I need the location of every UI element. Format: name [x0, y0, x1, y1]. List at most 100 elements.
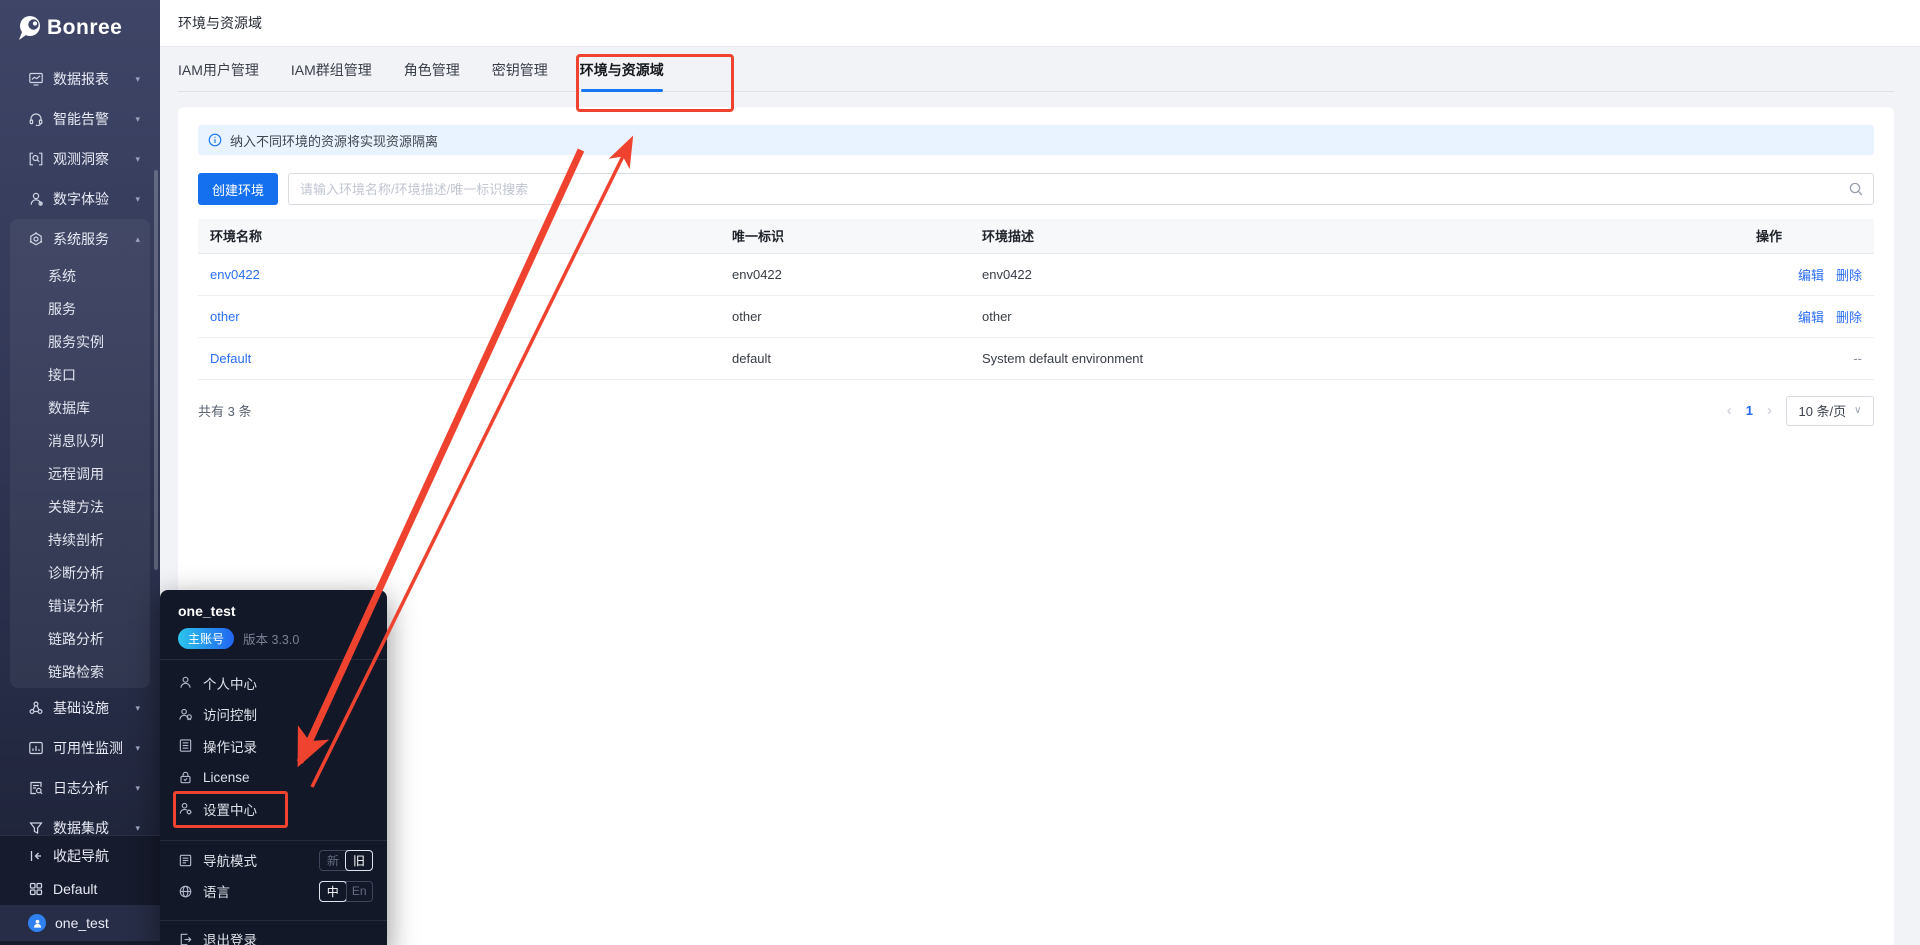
sidebar-bottom: 收起导航 Default one_test [0, 835, 160, 945]
sidebar-item-label: 基础设施 [53, 700, 109, 716]
sidebar-item-log-analysis[interactable]: 日志分析 ▾ [0, 768, 160, 808]
popup-menu-list: 个人中心 访问控制 操作记录 License 设置中心 [160, 660, 387, 830]
menu-item-personal-center[interactable]: 个人中心 [160, 667, 387, 699]
tab-environment-resources[interactable]: 环境与资源域 [580, 48, 664, 92]
sidebar-subitem-message-queue[interactable]: 消息队列 [10, 424, 150, 457]
subitem-label: 诊断分析 [48, 564, 104, 581]
nav-mode-row: 导航模式 新 旧 [160, 845, 387, 876]
version-text: 版本 3.3.0 [243, 633, 300, 647]
create-environment-button[interactable]: 创建环境 [198, 173, 279, 205]
logout-button[interactable]: 退出登录 [160, 921, 387, 945]
delete-link[interactable]: 删除 [1836, 310, 1862, 325]
user-menu-popup: one_test 主账号 版本 3.3.0 个人中心 访问控制 操作记录 Lic… [160, 590, 387, 945]
menu-item-operation-records[interactable]: 操作记录 [160, 730, 387, 762]
language-row: 语言 中 En [160, 876, 387, 907]
user-icon [178, 675, 193, 690]
subitem-label: 远程调用 [48, 465, 104, 482]
sidebar-subitem-trace-search[interactable]: 链路检索 [10, 655, 150, 688]
chevron-down-icon: ∨ [1854, 405, 1862, 416]
sidebar-item-label: 观测洞察 [53, 151, 109, 167]
env-name-link[interactable]: Default [210, 351, 251, 366]
next-page-button[interactable]: › [1767, 402, 1772, 419]
sidebar-subitem-interface[interactable]: 接口 [10, 358, 150, 391]
workspace-label: Default [53, 880, 98, 897]
logout-label: 退出登录 [203, 933, 257, 945]
tab-roles[interactable]: 角色管理 [404, 48, 460, 92]
sidebar-item-system-services[interactable]: 系统服务 ▴ [10, 219, 150, 259]
sidebar-subitem-key-method[interactable]: 关键方法 [10, 490, 150, 523]
toolbar: 创建环境 [198, 173, 1874, 205]
col-unique-id: 唯一标识 [720, 219, 970, 254]
language-en[interactable]: En [345, 881, 373, 901]
search-input[interactable] [288, 173, 1874, 205]
total-count: 共有 3 条 [198, 404, 252, 419]
globe-icon [178, 884, 193, 899]
sidebar-subitem-service-instance[interactable]: 服务实例 [10, 325, 150, 358]
current-page[interactable]: 1 [1746, 403, 1753, 418]
sidebar-item-digital-experience[interactable]: 数字体验 ▾ [0, 179, 160, 219]
sidebar-item-observe-insight[interactable]: 观测洞察 ▾ [0, 139, 160, 179]
license-lock-icon [178, 770, 193, 785]
delete-link[interactable]: 删除 [1836, 268, 1862, 283]
tab-label: IAM群组管理 [290, 62, 372, 78]
sidebar-item-label: 系统服务 [53, 231, 109, 247]
tab-label: 角色管理 [403, 62, 460, 78]
nav-mode-icon [178, 853, 193, 868]
workspace-default[interactable]: Default [0, 872, 160, 905]
menu-item-access-control[interactable]: 访问控制 [160, 699, 387, 731]
edit-link[interactable]: 编辑 [1798, 268, 1824, 283]
env-name-link[interactable]: env0422 [210, 267, 260, 282]
current-user-item[interactable]: one_test [0, 905, 160, 941]
sidebar-item-label: 日志分析 [53, 780, 109, 796]
page-title: 环境与资源域 [178, 15, 262, 31]
page-size-select[interactable]: 10 条/页 ∨ [1786, 395, 1874, 426]
tab-iam-users[interactable]: IAM用户管理 [178, 48, 259, 92]
menu-item-settings-center[interactable]: 设置中心 [160, 793, 387, 825]
sidebar-item-smart-alert[interactable]: 智能告警 ▾ [0, 99, 160, 139]
sidebar-scrollbar[interactable] [154, 170, 158, 570]
col-env-name: 环境名称 [198, 219, 720, 254]
menu-item-label: 操作记录 [203, 739, 257, 755]
page-size-value: 10 条/页 [1798, 404, 1847, 419]
sidebar-nav: 数据报表 ▾ 智能告警 ▾ 观测洞察 ▾ 数字体验 ▾ 系统服务 ▴ 系统 服务… [0, 59, 160, 848]
nav-mode-new[interactable]: 新 [320, 851, 346, 870]
sidebar-subitem-diagnosis[interactable]: 诊断分析 [10, 556, 150, 589]
env-uid: default [720, 337, 970, 380]
sidebar-subitem-error-analysis[interactable]: 错误分析 [10, 589, 150, 622]
tab-iam-groups[interactable]: IAM群组管理 [291, 48, 372, 92]
operation-records-icon [178, 738, 193, 753]
edit-link[interactable]: 编辑 [1798, 310, 1824, 325]
env-desc: env0422 [970, 253, 1744, 296]
prev-page-button[interactable]: ‹ [1727, 402, 1732, 419]
env-name-link[interactable]: other [210, 309, 240, 324]
subitem-label: 错误分析 [48, 597, 104, 614]
sidebar-item-data-report[interactable]: 数据报表 ▾ [0, 59, 160, 99]
sidebar-item-infrastructure[interactable]: 基础设施 ▾ [0, 688, 160, 728]
table-row: env0422 env0422 env0422 编辑 删除 [198, 253, 1874, 296]
sidebar-subitem-remote-call[interactable]: 远程调用 [10, 457, 150, 490]
sidebar-subitem-continuous-profiling[interactable]: 持续剖析 [10, 523, 150, 556]
collapse-nav-button[interactable]: 收起导航 [0, 839, 160, 872]
menu-item-label: License [203, 769, 250, 785]
sidebar-item-availability[interactable]: 可用性监测 ▾ [0, 728, 160, 768]
chevron-down-icon: ▾ [135, 73, 140, 84]
language-zh[interactable]: 中 [319, 880, 347, 902]
search-icon[interactable] [1848, 181, 1864, 197]
sidebar-subitem-system[interactable]: 系统 [10, 259, 150, 292]
subitem-label: 服务实例 [48, 333, 104, 350]
sidebar-subitem-trace-analysis[interactable]: 链路分析 [10, 622, 150, 655]
tab-keys[interactable]: 密钥管理 [492, 48, 548, 92]
logo[interactable]: Bonree [16, 14, 122, 42]
data-funnel-icon [28, 820, 44, 836]
menu-item-license[interactable]: License [160, 762, 387, 794]
sidebar-subitem-service[interactable]: 服务 [10, 292, 150, 325]
nav-mode-old[interactable]: 旧 [345, 849, 373, 871]
tab-label: IAM用户管理 [178, 62, 259, 78]
subitem-label: 系统 [48, 267, 76, 284]
subitem-label: 消息队列 [48, 432, 104, 449]
chevron-down-icon: ▾ [135, 702, 140, 713]
tab-label: 密钥管理 [491, 62, 548, 78]
sidebar-subitem-database[interactable]: 数据库 [10, 391, 150, 424]
bonree-bird-icon [16, 14, 42, 42]
info-banner: 纳入不同环境的资源将实现资源隔离 [198, 125, 1874, 155]
